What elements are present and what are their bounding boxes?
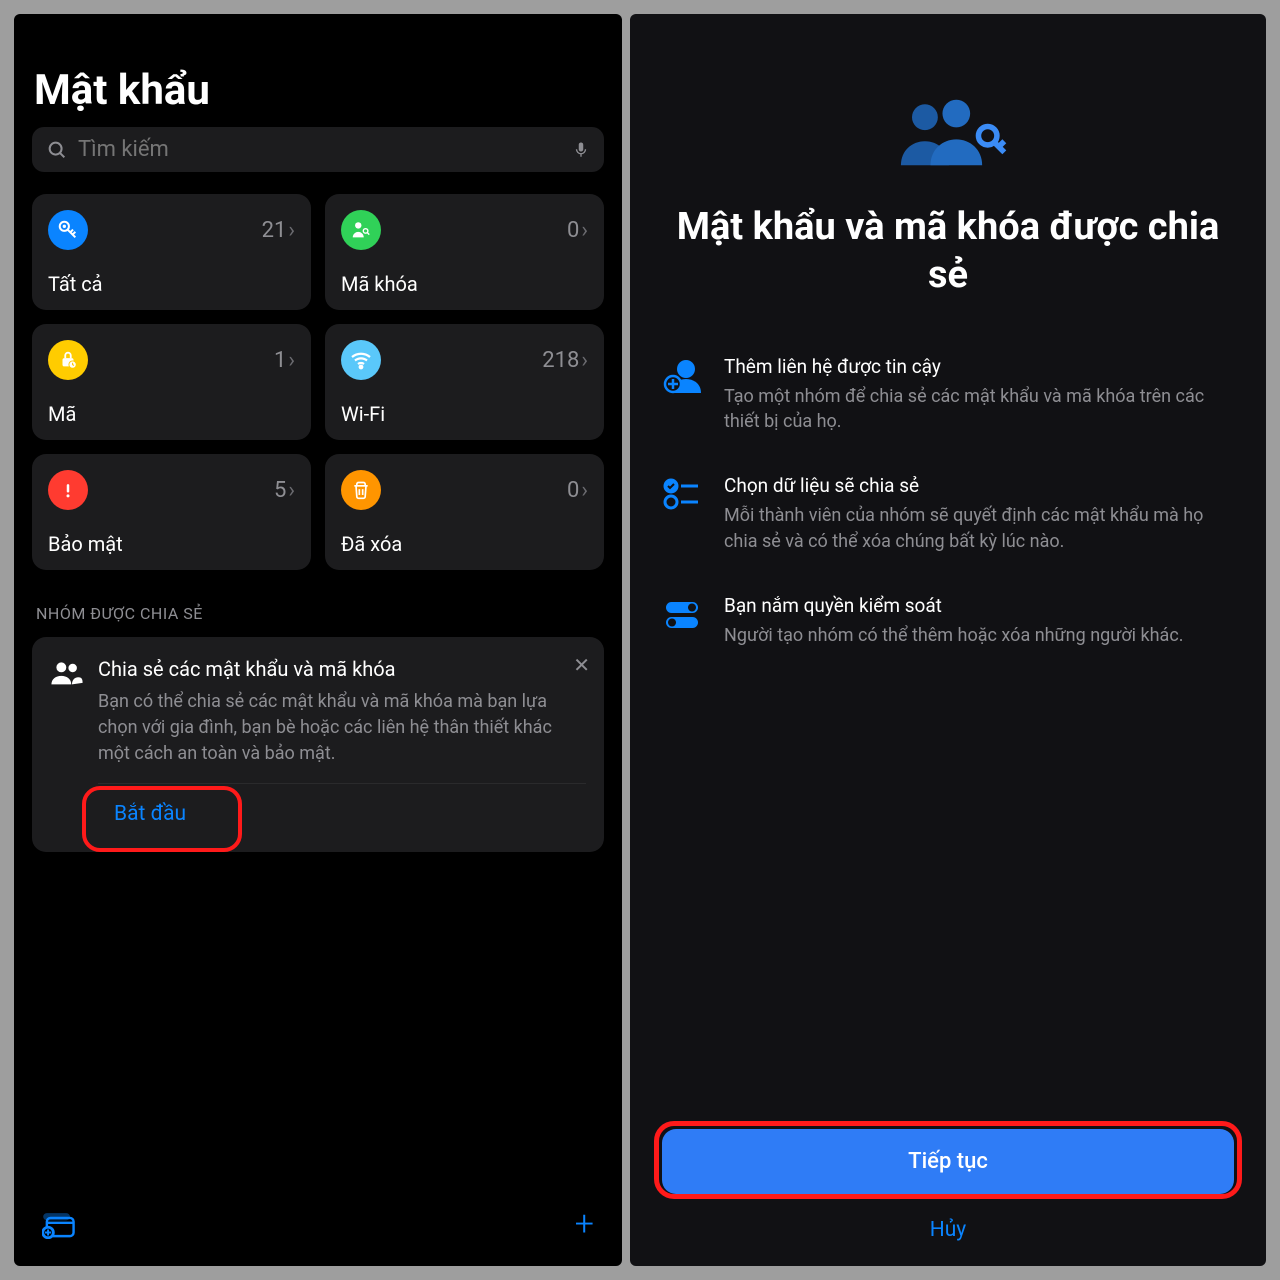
person-add-icon <box>662 355 702 395</box>
tile-count: 218 <box>542 348 579 373</box>
tile-count: 21 <box>262 218 287 243</box>
start-button[interactable]: Bắt đầu <box>98 794 202 834</box>
share-intro-screen: Mật khẩu và mã khóa được chia sẻ Thêm li… <box>630 14 1266 1266</box>
feature-desc: Người tạo nhóm có thể thêm hoặc xóa nhữn… <box>724 623 1234 648</box>
chevron-icon: › <box>288 348 295 373</box>
page-title: Mật khẩu <box>34 66 604 115</box>
checklist-icon <box>662 474 702 514</box>
share-card-desc: Bạn có thể chia sẻ các mật khẩu và mã kh… <box>98 689 586 767</box>
feature-desc: Mỗi thành viên của nhóm sẽ quyết định cá… <box>724 503 1234 553</box>
mic-icon[interactable] <box>572 139 590 161</box>
passwords-screen: Mật khẩu 21› Tất cả <box>14 14 622 1266</box>
feature-title: Bạn nắm quyền kiểm soát <box>724 594 1234 617</box>
trash-icon <box>341 470 381 510</box>
category-grid: 21› Tất cả 0› Mã khóa 1› <box>32 194 604 570</box>
tile-label: Wi-Fi <box>341 402 588 426</box>
divider <box>98 783 586 784</box>
tile-wifi[interactable]: 218› Wi-Fi <box>325 324 604 440</box>
tile-count: 1 <box>274 348 286 373</box>
feature-title: Chọn dữ liệu sẽ chia sẻ <box>724 474 1234 497</box>
continue-button[interactable]: Tiếp tục <box>662 1129 1234 1194</box>
feature-desc: Tạo một nhóm để chia sẻ các mật khẩu và … <box>724 384 1234 434</box>
people-icon <box>50 659 84 687</box>
search-bar[interactable] <box>32 127 604 172</box>
tile-label: Mã khóa <box>341 272 588 296</box>
add-button[interactable]: + <box>575 1204 594 1244</box>
close-icon[interactable]: ✕ <box>573 653 590 677</box>
tile-label: Tất cả <box>48 272 295 296</box>
wifi-icon <box>341 340 381 380</box>
bottom-toolbar: + <box>32 1186 604 1266</box>
section-header-shared-groups: NHÓM ĐƯỢC CHIA SẺ <box>36 604 604 623</box>
people-key-icon <box>888 96 1008 168</box>
feature-trusted-contacts: Thêm liên hệ được tin cậy Tạo một nhóm đ… <box>662 355 1234 434</box>
tile-count: 5 <box>274 478 286 503</box>
cancel-button[interactable]: Hủy <box>930 1218 967 1242</box>
share-card: ✕ Chia sẻ các mật khẩu và mã khóa Bạn có… <box>32 637 604 852</box>
tile-security[interactable]: 5› Bảo mật <box>32 454 311 570</box>
feature-control: Bạn nắm quyền kiểm soát Người tạo nhóm c… <box>662 594 1234 648</box>
feature-choose-data: Chọn dữ liệu sẽ chia sẻ Mỗi thành viên c… <box>662 474 1234 553</box>
share-card-title: Chia sẻ các mật khẩu và mã khóa <box>98 657 586 681</box>
tile-label: Đã xóa <box>341 532 588 556</box>
tile-deleted[interactable]: 0› Đã xóa <box>325 454 604 570</box>
chevron-icon: › <box>288 478 295 503</box>
chevron-icon: › <box>581 348 588 373</box>
key-icon <box>48 210 88 250</box>
alert-icon <box>48 470 88 510</box>
person-key-icon <box>341 210 381 250</box>
tile-label: Mã <box>48 402 295 426</box>
lock-clock-icon <box>48 340 88 380</box>
chevron-icon: › <box>288 218 295 243</box>
search-icon <box>46 139 68 161</box>
chevron-icon: › <box>581 478 588 503</box>
tile-label: Bảo mật <box>48 532 295 556</box>
tile-passkeys[interactable]: 0› Mã khóa <box>325 194 604 310</box>
toggles-icon <box>662 594 702 634</box>
hero-title: Mật khẩu và mã khóa được chia sẻ <box>662 204 1234 299</box>
tile-codes[interactable]: 1› Mã <box>32 324 311 440</box>
feature-title: Thêm liên hệ được tin cậy <box>724 355 1234 378</box>
tile-all[interactable]: 21› Tất cả <box>32 194 311 310</box>
wallet-add-icon[interactable] <box>42 1209 76 1239</box>
tile-count: 0 <box>567 218 579 243</box>
tile-count: 0 <box>567 478 579 503</box>
search-input[interactable] <box>78 137 562 162</box>
chevron-icon: › <box>581 218 588 243</box>
